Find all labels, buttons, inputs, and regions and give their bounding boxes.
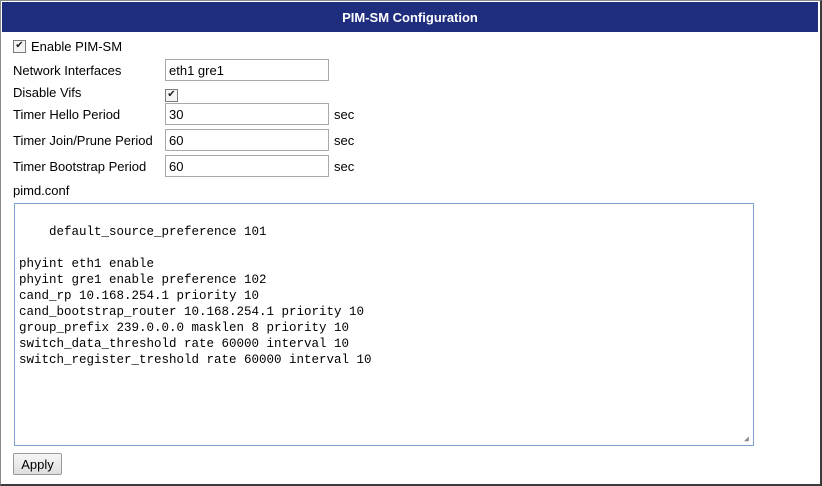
disable-vifs-label: Disable Vifs [13,84,82,100]
join-prune-period-input[interactable]: 60 [165,129,329,151]
bootstrap-period-input[interactable]: 60 [165,155,329,177]
join-prune-period-row: Timer Join/Prune Period [13,129,165,151]
disable-vifs-checkbox[interactable]: ✔ [165,85,178,102]
apply-button[interactable]: Apply [13,453,62,475]
pimd-conf-textarea[interactable]: default_source_preference 101 phyint eth… [14,203,754,446]
hello-period-row: Timer Hello Period [13,103,165,125]
pimd-conf-content: default_source_preference 101 phyint eth… [19,225,372,367]
disable-vifs-row: Disable Vifs [13,81,165,103]
hello-period-label: Timer Hello Period [13,106,121,122]
pimd-conf-row: pimd.conf [13,179,69,201]
bootstrap-period-unit: sec [334,155,354,177]
join-prune-period-label: Timer Join/Prune Period [13,132,153,148]
join-prune-period-unit-text: sec [334,132,355,148]
network-interfaces-row: Network Interfaces [13,59,165,81]
join-prune-period-unit: sec [334,129,354,151]
bootstrap-period-row: Timer Bootstrap Period [13,155,165,177]
check-icon: ✔ [13,39,26,53]
bootstrap-period-label: Timer Bootstrap Period [13,158,147,174]
hello-period-unit-text: sec [334,106,355,122]
enable-pimsm-row: ✔ Enable PIM-SM [13,35,122,57]
page-title-bar: PIM-SM Configuration [2,2,818,32]
enable-pimsm-checkbox[interactable]: ✔ [13,39,26,53]
enable-pimsm-label: Enable PIM-SM [31,38,123,54]
network-interfaces-label: Network Interfaces [13,62,122,78]
pimd-conf-label: pimd.conf [13,182,70,198]
bootstrap-period-unit-text: sec [334,158,355,174]
network-interfaces-input[interactable]: eth1 gre1 [165,59,329,81]
resize-grip-icon[interactable]: ◢ [744,436,752,444]
hello-period-unit: sec [334,103,354,125]
hello-period-input[interactable]: 30 [165,103,329,125]
window-frame: PIM-SM Configuration ✔ Enable PIM-SM Net… [0,0,822,486]
check-icon: ✔ [165,88,178,102]
page-title: PIM-SM Configuration [342,9,478,25]
